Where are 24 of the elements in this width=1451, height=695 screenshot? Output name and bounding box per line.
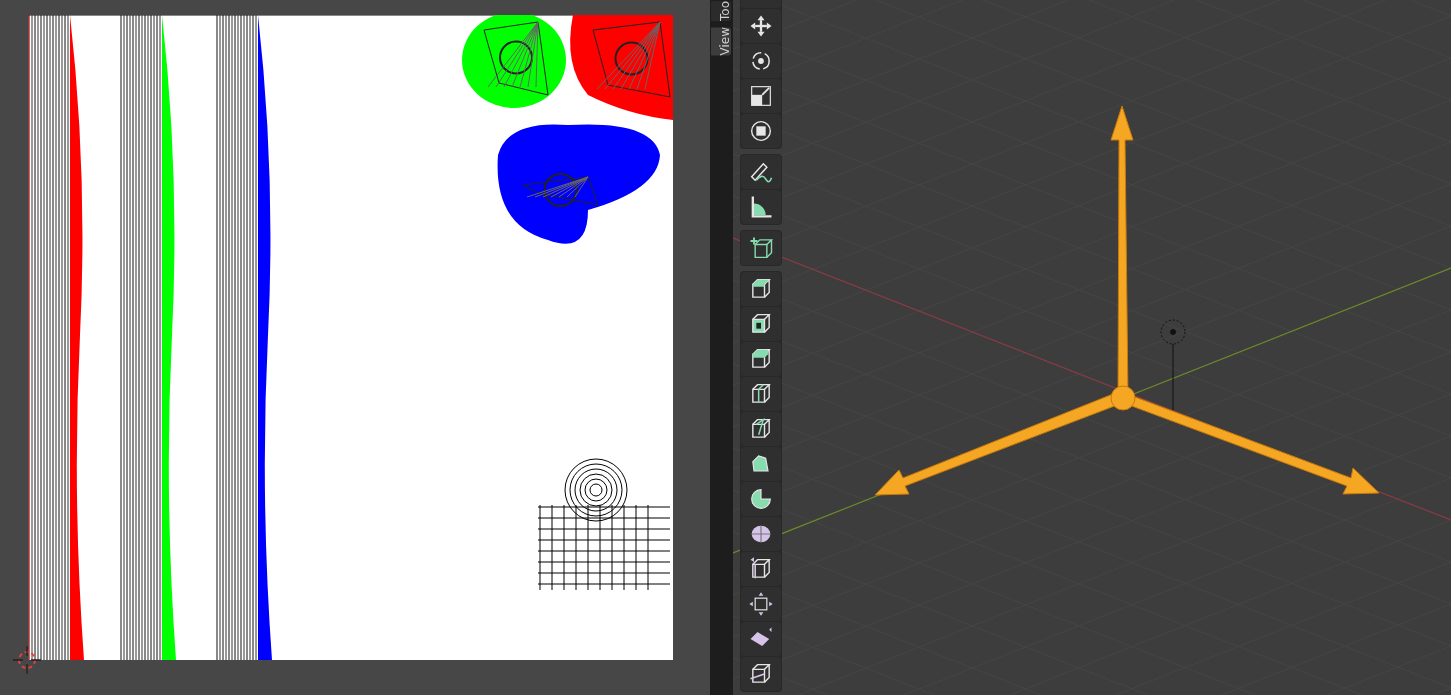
empty-object-icon [1160, 319, 1186, 411]
tool-button[interactable] [741, 155, 781, 189]
tool-button[interactable] [741, 377, 781, 411]
sidebar-tab[interactable]: Too [711, 1, 731, 21]
tool-button[interactable] [741, 231, 781, 265]
tool-button[interactable] [741, 44, 781, 78]
cursor-icon [13, 646, 41, 674]
tool-button[interactable] [741, 412, 781, 446]
tool-button[interactable] [741, 622, 781, 656]
tool-button[interactable] [741, 190, 781, 224]
tool-button[interactable] [741, 517, 781, 551]
tool-button[interactable] [741, 447, 781, 481]
tool-button[interactable] [741, 114, 781, 148]
sidebar-tab[interactable]: View [711, 27, 731, 56]
tool-button[interactable] [741, 657, 781, 691]
tool-button[interactable] [741, 587, 781, 621]
shrink-fatten-icon [747, 590, 775, 618]
tool-button[interactable] [741, 342, 781, 376]
tool-button[interactable] [741, 552, 781, 586]
tool-button[interactable] [741, 272, 781, 306]
tool-button[interactable] [741, 482, 781, 516]
tool-button[interactable] [741, 9, 781, 43]
tool-button[interactable] [741, 307, 781, 341]
tool-button[interactable] [741, 79, 781, 113]
